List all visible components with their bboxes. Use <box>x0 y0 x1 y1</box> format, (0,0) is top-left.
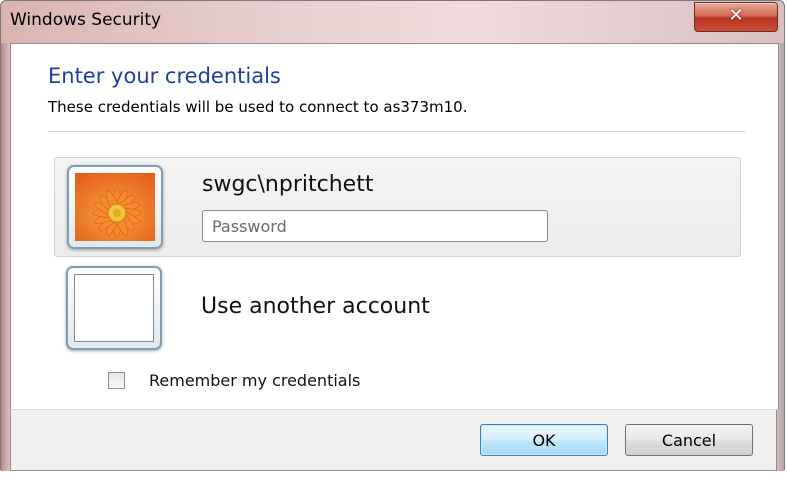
title-bar[interactable]: Windows Security ✕ <box>1 1 784 43</box>
close-icon: ✕ <box>728 5 744 26</box>
blank-user-tile-icon <box>74 274 154 342</box>
ok-button[interactable]: OK <box>480 424 608 456</box>
use-another-account-label: Use another account <box>201 294 430 319</box>
credentials-dialog: Windows Security ✕ Enter your credential… <box>0 0 785 471</box>
remember-label: Remember my credentials <box>149 371 361 390</box>
avatar-blank <box>66 266 162 350</box>
password-input[interactable] <box>202 210 548 242</box>
close-button[interactable]: ✕ <box>694 2 778 32</box>
account-username: swgc\npritchett <box>202 172 374 197</box>
dialog-subtext: These credentials will be used to connec… <box>48 98 468 116</box>
dialog-content: Enter your credentials These credentials… <box>10 43 779 410</box>
cancel-button[interactable]: Cancel <box>625 424 753 456</box>
window-frame-left <box>1 43 10 471</box>
dialog-footer: OK Cancel <box>10 409 777 471</box>
flower-image <box>75 173 155 241</box>
remember-checkbox[interactable] <box>108 372 125 389</box>
account-tile-selected[interactable]: swgc\npritchett <box>54 157 741 257</box>
dialog-heading: Enter your credentials <box>48 64 281 88</box>
separator <box>48 131 746 132</box>
remember-credentials[interactable]: Remember my credentials <box>108 371 360 390</box>
avatar <box>67 165 163 249</box>
account-tile-other[interactable]: Use another account <box>54 263 739 355</box>
flower-user-tile-icon <box>75 173 155 241</box>
window-title: Windows Security <box>10 10 162 30</box>
